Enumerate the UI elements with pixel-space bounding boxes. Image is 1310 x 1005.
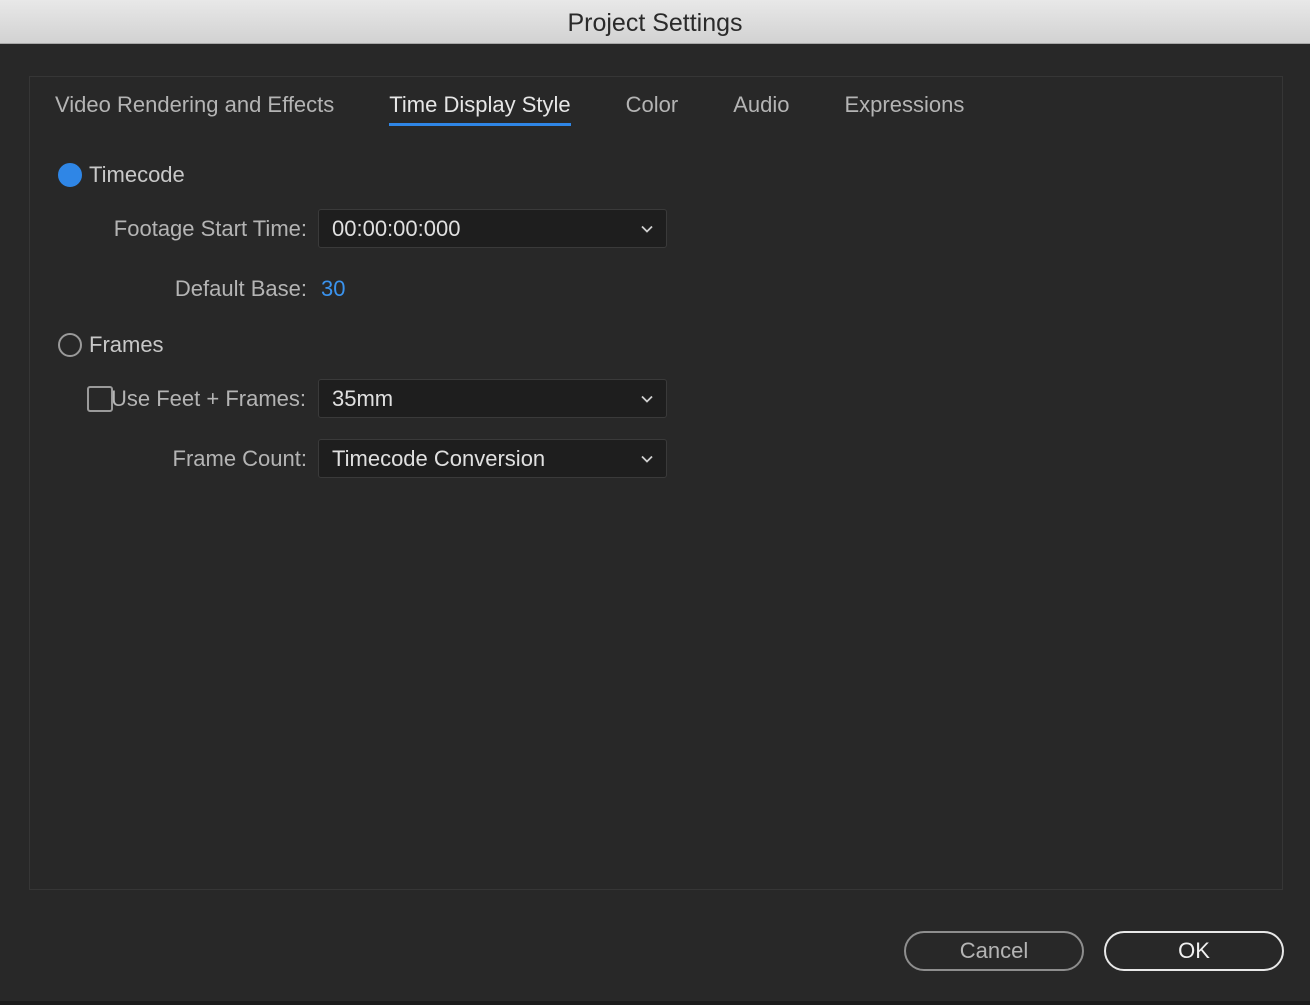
footage-start-time-dropdown[interactable]: 00:00:00:000 [318,209,667,248]
timecode-option[interactable]: Timecode [58,161,185,189]
tab-time-display-style[interactable]: Time Display Style [389,88,571,126]
chevron-down-icon [641,395,653,403]
frames-label: Frames [89,332,164,357]
footage-start-time-value: 00:00:00:000 [332,216,461,241]
frames-radio[interactable] [58,333,82,357]
default-base-label: Default Base: [174,276,307,301]
timecode-label: Timecode [89,162,185,187]
tab-bar: Video Rendering and Effects Time Display… [55,88,1019,128]
tab-video-rendering-and-effects[interactable]: Video Rendering and Effects [55,88,334,126]
frames-option[interactable]: Frames [58,331,164,359]
frame-count-dropdown[interactable]: Timecode Conversion [318,439,667,478]
tab-color[interactable]: Color [626,88,679,126]
film-size-dropdown[interactable]: 35mm [318,379,667,418]
chevron-down-icon [641,455,653,463]
project-settings-dialog: Project Settings Video Rendering and Eff… [0,0,1310,1005]
cancel-button[interactable]: Cancel [904,931,1084,971]
chevron-down-icon [641,225,653,233]
default-base-value[interactable]: 30 [321,276,345,302]
settings-panel [29,76,1283,890]
frame-count-value: Timecode Conversion [332,446,546,471]
window-bottom-edge [0,1001,1310,1005]
footage-start-time-label: Footage Start Time: [113,216,307,241]
use-feet-frames-label: Use Feet + Frames: [110,386,306,411]
window-title: Project Settings [0,0,1310,44]
film-size-value: 35mm [332,386,394,411]
ok-button[interactable]: OK [1104,931,1284,971]
tab-expressions[interactable]: Expressions [844,88,964,126]
tab-audio[interactable]: Audio [733,88,789,126]
frame-count-label: Frame Count: [172,446,308,471]
timecode-radio[interactable] [58,163,82,187]
use-feet-frames-checkbox[interactable] [87,386,113,412]
